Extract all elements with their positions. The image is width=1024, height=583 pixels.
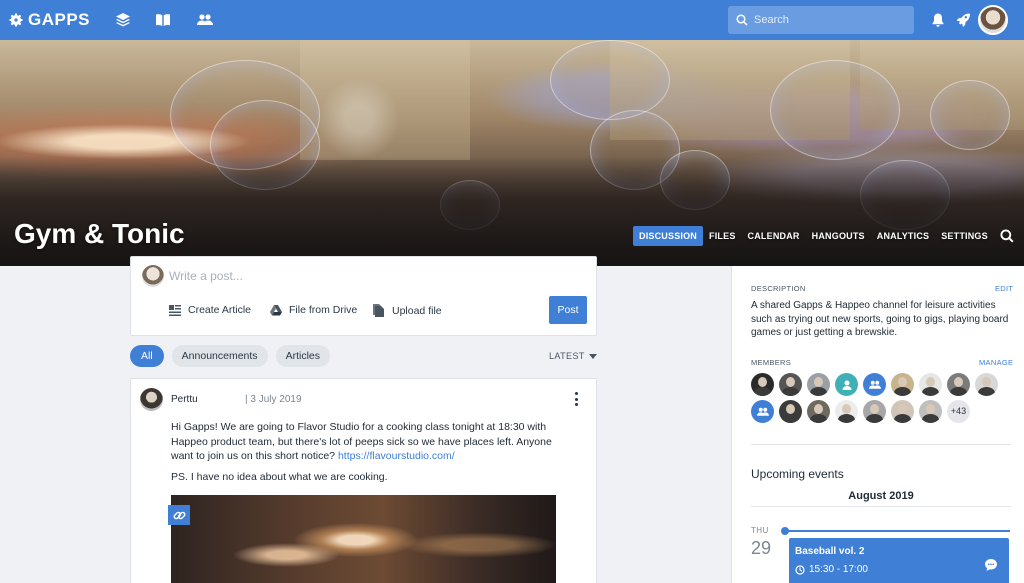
tab-settings[interactable]: SETTINGS	[935, 226, 994, 246]
group-description: A shared Gapps & Happeo channel for leis…	[751, 300, 1009, 338]
cover-bubble	[930, 80, 1010, 150]
bell-icon[interactable]	[931, 12, 945, 33]
clock-icon	[795, 564, 805, 575]
member-avatar[interactable]	[891, 373, 914, 396]
member-avatar[interactable]	[807, 373, 830, 396]
rocket-icon[interactable]	[955, 12, 971, 33]
member-avatar[interactable]	[835, 400, 858, 423]
filter-articles[interactable]: Articles	[275, 345, 330, 367]
book-icon[interactable]	[154, 11, 172, 29]
create-article-button[interactable]: Create Article	[169, 304, 251, 316]
composer-avatar	[142, 265, 164, 287]
brand-logo[interactable]: GAPPS	[8, 10, 90, 30]
event-time: 15:30 - 17:00	[795, 564, 868, 575]
timeline-marker	[781, 527, 789, 535]
author-avatar[interactable]	[140, 388, 163, 411]
post-author[interactable]: Perttu	[171, 394, 198, 405]
group-title: Gym & Tonic	[14, 218, 185, 249]
event-title: Baseball vol. 2	[795, 546, 865, 557]
events-month: August 2019	[848, 490, 914, 502]
member-group-avatar[interactable]	[863, 373, 886, 396]
people-icon	[868, 380, 881, 389]
member-group-avatar[interactable]	[751, 400, 774, 423]
member-avatar[interactable]	[779, 373, 802, 396]
member-avatar[interactable]	[779, 400, 802, 423]
people-icon	[756, 407, 769, 416]
cover-bubble	[770, 60, 900, 160]
member-avatar[interactable]	[807, 400, 830, 423]
search-box[interactable]	[728, 6, 914, 34]
event-card[interactable]: Baseball vol. 2 15:30 - 17:00	[789, 538, 1009, 583]
members-label: MEMBERS	[751, 358, 792, 367]
description-label: DESCRIPTION	[751, 284, 806, 293]
post-date: | 3 July 2019	[245, 394, 302, 405]
upcoming-events-heading: Upcoming events	[751, 467, 844, 481]
tab-discussion[interactable]: DISCUSSION	[633, 226, 704, 246]
month-divider	[751, 506, 1011, 507]
chevron-down-icon	[588, 353, 597, 359]
upload-file-icon	[373, 304, 384, 317]
people-icon[interactable]	[196, 11, 214, 29]
post-link[interactable]: https://flavourstudio.com/	[338, 450, 455, 462]
file-from-drive-label: File from Drive	[289, 304, 358, 316]
top-bar: GAPPS	[0, 0, 1024, 40]
event-time-text: 15:30 - 17:00	[809, 564, 868, 575]
member-avatar[interactable]	[891, 400, 914, 423]
feed-filters: All Announcements Articles	[130, 345, 338, 367]
sidebar-divider	[751, 444, 1011, 445]
more-members-badge[interactable]: +43	[947, 400, 970, 423]
post-input[interactable]	[169, 269, 569, 283]
more-options-icon[interactable]	[573, 392, 579, 406]
member-avatar[interactable]	[919, 373, 942, 396]
file-from-drive-button[interactable]: File from Drive	[270, 304, 357, 316]
member-avatar[interactable]	[947, 373, 970, 396]
group-sidebar: DESCRIPTION EDIT A shared Gapps & Happeo…	[731, 266, 1024, 583]
layers-icon[interactable]	[114, 11, 132, 29]
filter-all[interactable]: All	[130, 345, 164, 367]
search-icon[interactable]	[1000, 229, 1014, 243]
post-link-preview-image[interactable]	[171, 495, 556, 583]
tab-calendar[interactable]: CALENDAR	[742, 226, 806, 246]
group-cover-image: Gym & Tonic DISCUSSION FILES CALENDAR HA…	[0, 40, 1024, 266]
member-avatar[interactable]	[751, 373, 774, 396]
member-avatar[interactable]	[919, 400, 942, 423]
cover-bubble	[550, 40, 670, 120]
feed-post: Perttu | 3 July 2019 Hi Gapps! We are go…	[130, 378, 597, 583]
tab-files[interactable]: FILES	[703, 226, 742, 246]
post-composer: Create Article File from Drive Upload fi…	[130, 256, 597, 336]
cover-building	[300, 40, 470, 160]
post-button[interactable]: Post	[549, 296, 587, 324]
drive-icon	[270, 304, 282, 315]
link-icon	[168, 505, 190, 525]
upload-file-label: Upload file	[392, 304, 442, 317]
edit-description-link[interactable]: EDIT	[995, 284, 1013, 293]
post-body: Hi Gapps! We are going to Flavor Studio …	[171, 420, 561, 464]
brand-name: GAPPS	[28, 10, 91, 29]
post-ps: PS. I have no idea about what we are coo…	[171, 471, 388, 483]
filter-announcements[interactable]: Announcements	[171, 345, 268, 367]
article-icon	[169, 304, 181, 316]
tab-hangouts[interactable]: HANGOUTS	[806, 226, 871, 246]
person-icon	[842, 380, 851, 390]
search-input[interactable]	[754, 14, 904, 26]
tab-analytics[interactable]: ANALYTICS	[871, 226, 935, 246]
chat-bubble-icon[interactable]	[984, 558, 998, 572]
sort-label: LATEST	[549, 351, 585, 361]
member-avatar[interactable]	[835, 373, 858, 396]
member-avatar[interactable]	[975, 373, 998, 396]
user-avatar[interactable]	[978, 5, 1008, 35]
upload-file-button[interactable]: Upload file	[373, 304, 442, 317]
event-weekday: THU	[751, 526, 769, 535]
search-icon	[736, 14, 748, 26]
member-avatars: +43	[751, 373, 1011, 423]
event-day: 29	[751, 538, 772, 558]
event-timeline	[783, 530, 1010, 532]
group-tabs: DISCUSSION FILES CALENDAR HANGOUTS ANALY…	[633, 226, 1024, 246]
create-article-label: Create Article	[188, 304, 252, 316]
member-avatar[interactable]	[863, 400, 886, 423]
manage-members-link[interactable]: MANAGE	[979, 358, 1013, 367]
sort-dropdown[interactable]: LATEST	[549, 351, 597, 361]
gear-icon	[9, 13, 23, 27]
